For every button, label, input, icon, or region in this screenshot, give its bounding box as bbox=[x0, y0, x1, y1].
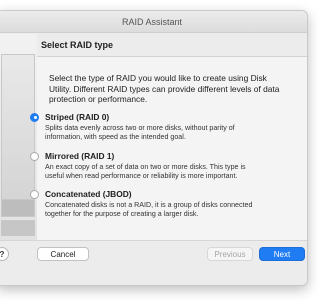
option-desc-concatenated: Concatenated disks is not a RAID, it is … bbox=[45, 201, 253, 219]
help-button[interactable]: ? bbox=[0, 247, 9, 261]
radio-striped[interactable] bbox=[30, 112, 39, 122]
page-title: Select RAID type bbox=[41, 40, 114, 50]
raid-assistant-window: RAID Assistant Select RAID type Select t… bbox=[0, 10, 308, 286]
option-label-concatenated: Concatenated (JBOD) bbox=[45, 189, 132, 199]
next-button[interactable]: Next bbox=[259, 247, 305, 261]
option-concatenated[interactable]: Concatenated (JBOD) Concatenated disks i… bbox=[30, 189, 270, 219]
disk-illustration-bottom bbox=[1, 220, 35, 236]
footer-bar: ? Cancel Previous Next bbox=[0, 240, 307, 285]
radio-concatenated[interactable] bbox=[30, 189, 39, 199]
option-desc-mirrored: An exact copy of a set of data on two or… bbox=[45, 163, 246, 181]
option-mirrored[interactable]: Mirrored (RAID 1) An exact copy of a set… bbox=[30, 151, 270, 181]
section-header: Select RAID type bbox=[37, 34, 307, 57]
previous-button[interactable]: Previous bbox=[207, 247, 253, 261]
option-label-mirrored: Mirrored (RAID 1) bbox=[45, 151, 115, 161]
option-desc-striped: Splits data evenly across two or more di… bbox=[45, 124, 235, 142]
radio-mirrored[interactable] bbox=[30, 151, 39, 161]
option-striped[interactable]: Striped (RAID 0) Splits data evenly acro… bbox=[30, 112, 270, 142]
intro-text: Select the type of RAID you would like t… bbox=[49, 73, 280, 104]
window-title: RAID Assistant bbox=[121, 16, 183, 27]
cancel-button[interactable]: Cancel bbox=[37, 247, 89, 261]
title-bar[interactable]: RAID Assistant bbox=[0, 11, 307, 33]
option-label-striped: Striped (RAID 0) bbox=[45, 112, 110, 122]
